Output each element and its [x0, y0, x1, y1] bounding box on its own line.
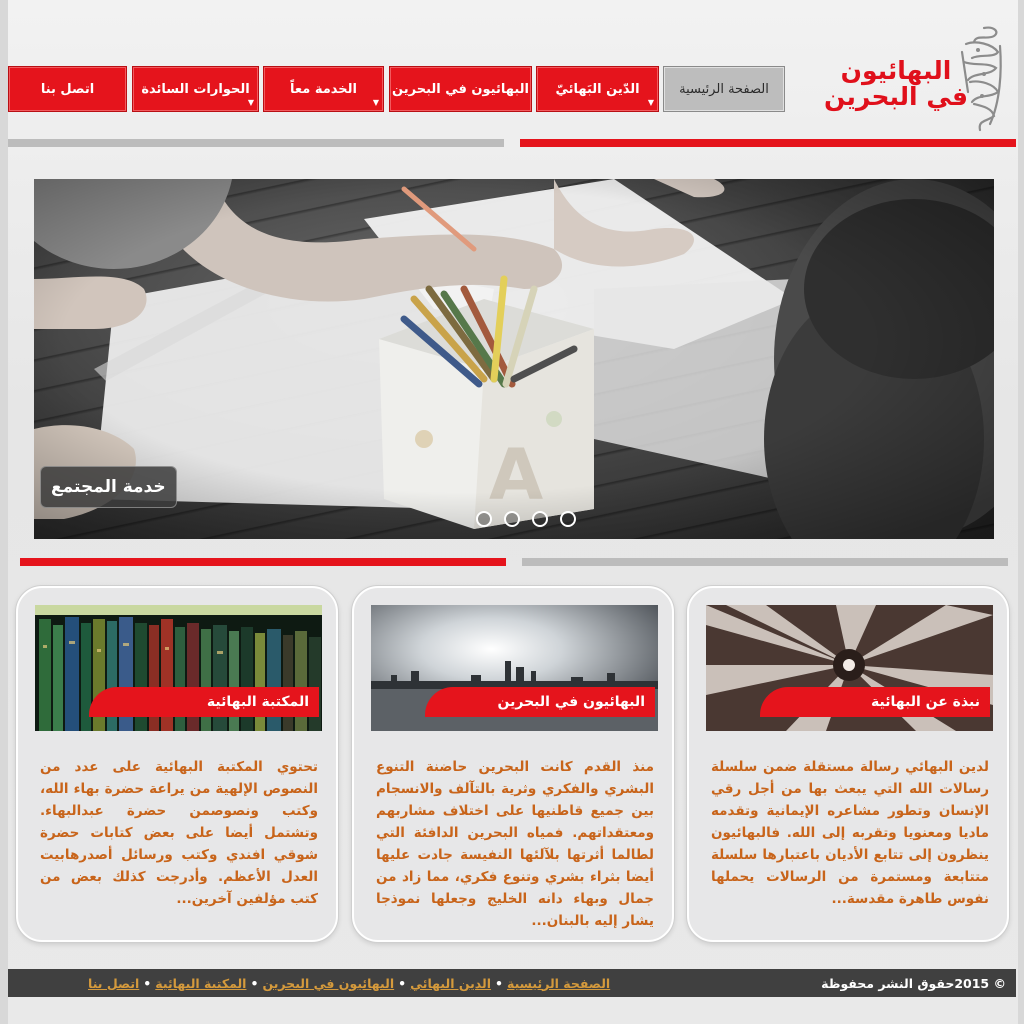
main-navigation: الصفحة الرئيسية الدّين البَهائيّ ▼ البها…	[8, 66, 788, 112]
slide-image-children-drawing: A	[34, 179, 994, 539]
slide-caption[interactable]: خدمة المجتمع	[40, 466, 177, 508]
slider-pagination	[476, 511, 576, 527]
header-divider-red	[520, 139, 1016, 147]
card-bahrain-body: منذ القدم كانت البحرين حاضنة التنوع البش…	[376, 759, 654, 929]
footer-links: الصفحة الرئيسية • الدين البهائي • البهائ…	[88, 976, 610, 991]
card-about-bahai: نبذة عن البهائية لدين البهائي رسالة مستق…	[687, 586, 1009, 942]
card-about-title[interactable]: نبذة عن البهائية	[760, 687, 990, 717]
footer-link-home[interactable]: الصفحة الرئيسية	[507, 976, 610, 991]
nav-bahais-in-bahrain-label: البهائيون في البحرين	[392, 81, 529, 97]
footer-separator: •	[495, 975, 503, 991]
card-bahai-library: المكتبة البهائية تحتوي المكتبة البهائية …	[16, 586, 338, 942]
card-library-body: تحتوي المكتبة البهائية على عدد من النصوص…	[40, 759, 318, 907]
card-about-body: لدين البهائي رسالة مستقلة ضمن سلسلة رسال…	[711, 759, 989, 907]
dropdown-caret-icon: ▼	[647, 98, 654, 107]
slider-dot-4[interactable]	[560, 511, 576, 527]
card-library-title[interactable]: المكتبة البهائية	[89, 687, 319, 717]
card-bahrain-title[interactable]: البهائيون في البحرين	[425, 687, 655, 717]
footer-link-library[interactable]: المكتبة البهائية	[155, 976, 246, 991]
nav-contact-us[interactable]: اتصل بنا	[8, 66, 127, 112]
nav-home[interactable]: الصفحة الرئيسية	[663, 66, 785, 112]
slide-caption-text: خدمة المجتمع	[51, 477, 166, 497]
card-bahrain-title-text: البهائيون في البحرين	[497, 694, 645, 710]
dropdown-caret-icon: ▼	[247, 98, 254, 107]
footer-separator: •	[143, 975, 152, 991]
footer-separator: •	[250, 975, 259, 991]
copyright-text: © 2015حقوق النشر محفوظة	[821, 975, 1006, 991]
nav-service-together-label: الخدمة معاً	[290, 81, 357, 97]
nav-contact-us-label: اتصل بنا	[40, 81, 95, 97]
footer-link-bahai-faith[interactable]: الدين البهائي	[410, 976, 491, 991]
header-divider-gray	[8, 139, 504, 147]
footer: الصفحة الرئيسية • الدين البهائي • البهائ…	[8, 969, 1016, 997]
hero-slider[interactable]: A خدمة المجتمع	[34, 179, 994, 539]
footer-link-bahais-in-bahrain[interactable]: البهائيون في البحرين	[262, 976, 394, 991]
site-logo[interactable]: البهائيون في البحرين	[810, 20, 1010, 132]
dropdown-caret-icon: ▼	[372, 98, 379, 107]
slider-dot-1[interactable]	[476, 511, 492, 527]
footer-separator: •	[398, 975, 407, 991]
nav-bahai-faith[interactable]: الدّين البَهائيّ ▼	[536, 66, 659, 112]
card-about-title-text: نبذة عن البهائية	[871, 694, 980, 710]
logo-text: البهائيون في البحرين	[824, 58, 968, 110]
section-divider-gray	[522, 558, 1008, 566]
nav-service-together[interactable]: الخدمة معاً ▼	[263, 66, 384, 112]
card-bahais-in-bahrain: البهائيون في البحرين منذ القدم كانت البح…	[352, 586, 674, 942]
logo-line2: في البحرين	[824, 82, 968, 111]
slider-dot-2[interactable]	[504, 511, 520, 527]
section-divider-red	[20, 558, 506, 566]
nav-prevailing-discourses-label: الحوارات السائدة	[141, 81, 250, 97]
nav-prevailing-discourses[interactable]: الحوارات السائدة ▼	[132, 66, 259, 112]
nav-bahai-faith-label: الدّين البَهائيّ	[555, 81, 640, 97]
slider-dot-3[interactable]	[532, 511, 548, 527]
nav-home-label: الصفحة الرئيسية	[679, 81, 769, 97]
card-library-title-text: المكتبة البهائية	[206, 694, 309, 710]
footer-link-contact[interactable]: اتصل بنا	[88, 976, 139, 991]
logo-line1: البهائيون	[840, 56, 952, 85]
nav-bahais-in-bahrain[interactable]: البهائيون في البحرين	[389, 66, 532, 112]
